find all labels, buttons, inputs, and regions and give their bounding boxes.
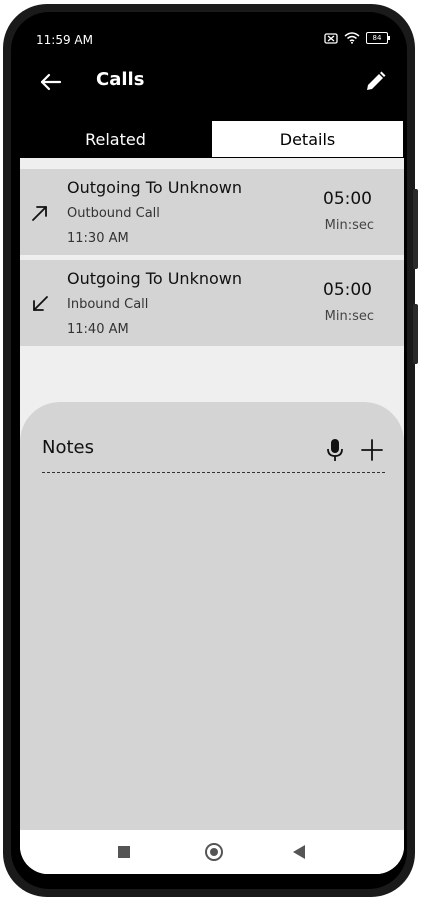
status-icons: 84	[324, 32, 390, 44]
back-triangle-icon[interactable]	[293, 845, 305, 859]
call-type: Inbound Call	[67, 297, 149, 312]
no-sim-icon	[324, 32, 338, 44]
call-type: Outbound Call	[67, 206, 160, 221]
arrow-down-left-icon	[33, 296, 48, 311]
battery-level: 84	[372, 34, 382, 42]
call-duration: 05:00	[323, 189, 372, 209]
recents-square-icon[interactable]	[118, 846, 130, 858]
power-button	[413, 304, 418, 364]
battery-icon: 84	[366, 32, 390, 44]
call-duration: 05:00	[323, 280, 372, 300]
home-circle-icon[interactable]	[205, 843, 223, 861]
notes-divider	[42, 472, 385, 473]
plus-icon[interactable]	[360, 438, 384, 462]
status-time: 11:59 AM	[36, 33, 93, 47]
pencil-icon[interactable]	[362, 69, 388, 95]
volume-button	[413, 189, 418, 269]
app-bar: Calls	[20, 56, 404, 112]
call-time: 11:30 AM	[67, 231, 129, 246]
system-nav-bar	[20, 830, 404, 874]
tab-bar: Related Details	[20, 120, 404, 158]
microphone-icon[interactable]	[324, 438, 346, 462]
call-time: 11:40 AM	[67, 322, 129, 337]
tab-related[interactable]: Related	[20, 120, 211, 158]
list-item[interactable]: Outgoing To Unknown Inbound Call 11:40 A…	[20, 260, 404, 346]
notes-title: Notes	[42, 437, 94, 458]
notes-panel: Notes	[20, 402, 404, 874]
call-duration-unit: Min:sec	[324, 218, 374, 233]
page-title: Calls	[96, 69, 145, 90]
call-list: Outgoing To Unknown Outbound Call 11:30 …	[20, 169, 404, 351]
tab-details[interactable]: Details	[211, 120, 404, 158]
arrow-left-icon[interactable]	[38, 69, 64, 95]
call-duration-unit: Min:sec	[324, 309, 374, 324]
phone-frame: 11:59 AM 84 Calls Related Details Outgoi…	[3, 4, 418, 897]
call-title: Outgoing To Unknown	[67, 178, 242, 197]
status-bar: 11:59 AM 84	[20, 24, 404, 56]
screen: 11:59 AM 84 Calls Related Details Outgoi…	[20, 24, 404, 874]
list-item[interactable]: Outgoing To Unknown Outbound Call 11:30 …	[20, 169, 404, 255]
arrow-up-right-icon	[32, 206, 47, 221]
call-title: Outgoing To Unknown	[67, 269, 242, 288]
wifi-icon	[344, 32, 360, 44]
content-area: Outgoing To Unknown Outbound Call 11:30 …	[20, 158, 404, 874]
